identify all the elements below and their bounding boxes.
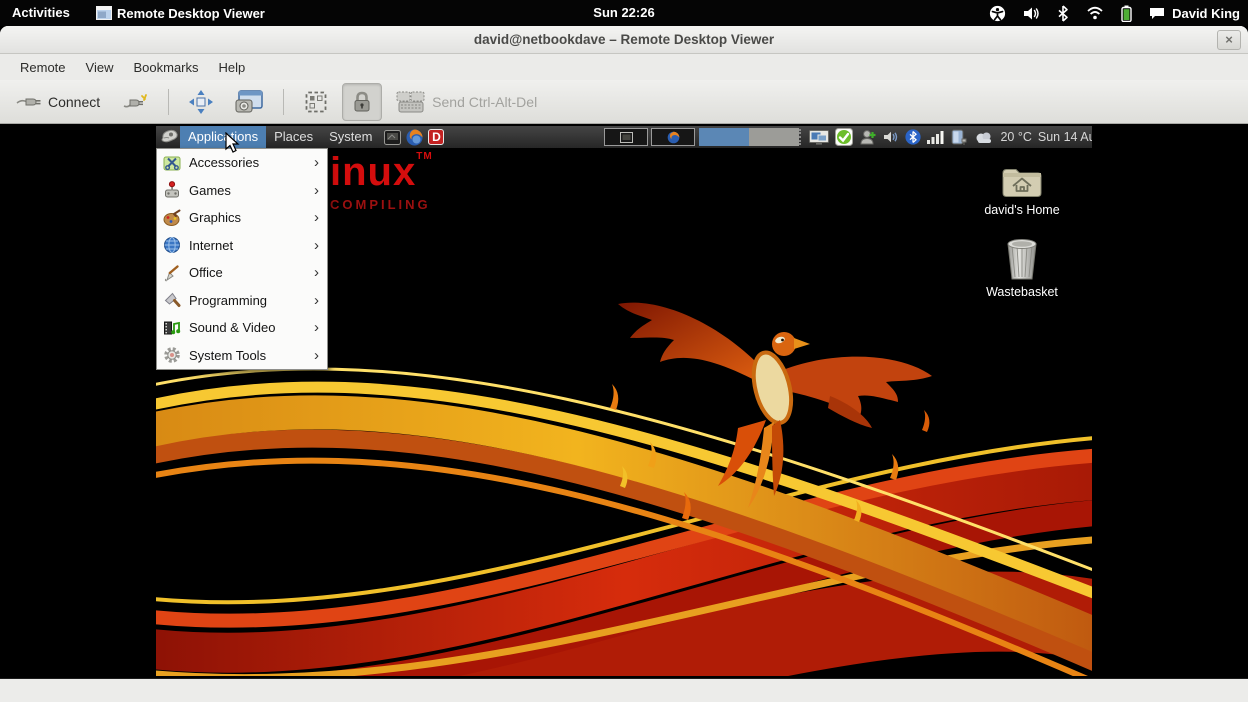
submenu-arrow-icon: › <box>314 182 321 199</box>
screenshot-launcher-icon[interactable] <box>384 130 401 145</box>
window-title: david@netbookdave – Remote Desktop Viewe… <box>0 26 1248 54</box>
temperature-label: 20 °C <box>1000 130 1031 144</box>
submenu-arrow-icon: › <box>314 319 321 336</box>
menu-bookmarks[interactable]: Bookmarks <box>123 56 208 79</box>
connect-label: Connect <box>48 94 100 110</box>
menu-item-games[interactable]: Games › <box>157 177 327 205</box>
gentoo-logo-icon[interactable] <box>160 129 180 145</box>
submenu-arrow-icon: › <box>314 347 321 364</box>
panel-clock[interactable]: Sun 14 Aug, 22:24 <box>1038 130 1092 144</box>
submenu-arrow-icon: › <box>314 237 321 254</box>
desktop-icon-wastebasket[interactable]: Wastebasket <box>962 236 1082 299</box>
panel-menu-places[interactable]: Places <box>266 126 321 148</box>
fullscreen-icon <box>189 90 213 114</box>
close-button[interactable]: × <box>1217 30 1241 50</box>
toolbar-separator <box>168 89 169 115</box>
desktop-icon-label: Wastebasket <box>962 285 1082 299</box>
remote-display-tray-icon[interactable] <box>809 130 829 145</box>
bluetooth-tray-icon[interactable] <box>905 129 921 145</box>
submenu-arrow-icon: › <box>314 292 321 309</box>
screenshot-button[interactable] <box>227 84 271 120</box>
workspace-switcher[interactable] <box>699 128 799 146</box>
lock-icon <box>351 90 373 114</box>
window-menubar: Remote View Bookmarks Help <box>0 54 1248 80</box>
connect-button[interactable]: Connect <box>8 87 108 117</box>
plug-icon <box>16 93 42 111</box>
scaling-icon <box>304 90 328 114</box>
home-folder-icon <box>962 164 1082 200</box>
window-statusbar <box>0 678 1248 702</box>
viewer-window: david@netbookdave – Remote Desktop Viewe… <box>0 26 1248 702</box>
firefox-launcher-icon[interactable] <box>406 129 423 146</box>
window-titlebar[interactable]: david@netbookdave – Remote Desktop Viewe… <box>0 26 1248 54</box>
submenu-arrow-icon: › <box>314 264 321 281</box>
accessories-icon <box>163 154 181 172</box>
camera-icon <box>235 90 263 114</box>
accessibility-icon[interactable] <box>989 5 1006 22</box>
menu-item-programming[interactable]: Programming › <box>157 287 327 315</box>
submenu-arrow-icon: › <box>314 154 321 171</box>
user-name-label: David King <box>1172 6 1240 21</box>
send-ctrl-alt-del-label: Send Ctrl-Alt-Del <box>432 94 537 110</box>
workspace-idle[interactable] <box>749 128 799 146</box>
remote-screen[interactable]: inuxTM COMPILING Applications Places Sys… <box>156 126 1092 676</box>
window-list-terminal[interactable] <box>604 128 648 146</box>
menu-view[interactable]: View <box>76 56 124 79</box>
user-menu[interactable]: David King <box>1149 6 1240 21</box>
menu-item-internet[interactable]: Internet › <box>157 232 327 260</box>
wastebasket-icon <box>962 236 1082 282</box>
desktop-icon-home[interactable]: david's Home <box>962 164 1082 217</box>
shell-top-bar: Activities Remote Desktop Viewer Sun 22:… <box>0 0 1248 26</box>
weather-tray-icon[interactable] <box>975 131 994 144</box>
battery-icon[interactable] <box>1121 5 1132 22</box>
system-tools-icon <box>163 346 181 364</box>
office-icon <box>163 264 181 282</box>
d-launcher-icon[interactable]: D <box>428 129 444 145</box>
workspace-active[interactable] <box>699 128 749 146</box>
menu-remote[interactable]: Remote <box>10 56 76 79</box>
internet-icon <box>163 236 181 254</box>
applications-menu: Accessories › Games › Graphics › Interne… <box>156 148 328 370</box>
menu-help[interactable]: Help <box>209 56 256 79</box>
window-list-browser[interactable] <box>651 128 695 146</box>
fullscreen-button[interactable] <box>181 84 221 120</box>
menu-item-graphics[interactable]: Graphics › <box>157 204 327 232</box>
remote-top-panel: Applications Places System D <box>156 126 1092 148</box>
signal-strength-tray-icon[interactable] <box>927 130 944 144</box>
user-status-tray-icon[interactable] <box>859 129 877 146</box>
panel-menu-system[interactable]: System <box>321 126 380 148</box>
window-toolbar: Connect <box>0 80 1248 124</box>
tray-handle[interactable] <box>799 129 803 145</box>
desktop-icon-label: david's Home <box>962 203 1082 217</box>
scaling-toggle[interactable] <box>296 84 336 120</box>
toolbar-separator <box>283 89 284 115</box>
keyboard-icon <box>396 90 426 114</box>
submenu-arrow-icon: › <box>314 209 321 226</box>
send-ctrl-alt-del-button[interactable]: Send Ctrl-Alt-Del <box>388 84 545 120</box>
sound-video-icon <box>163 319 181 337</box>
menu-item-sound-video[interactable]: Sound & Video › <box>157 314 327 342</box>
readonly-toggle[interactable] <box>342 83 382 121</box>
games-icon <box>163 181 181 199</box>
graphics-icon <box>163 209 181 227</box>
volume-tray-icon[interactable] <box>883 130 899 144</box>
mouse-cursor <box>224 132 240 154</box>
viewer-viewport: inuxTM COMPILING Applications Places Sys… <box>0 124 1248 678</box>
menu-item-office[interactable]: Office › <box>157 259 327 287</box>
menu-item-system-tools[interactable]: System Tools › <box>157 342 327 370</box>
wallpaper-branding: inuxTM COMPILING <box>330 152 433 211</box>
disconnect-button[interactable] <box>114 86 156 118</box>
chat-bubble-icon <box>1149 7 1165 20</box>
battery-tray-icon[interactable] <box>950 129 969 146</box>
wifi-icon[interactable] <box>1086 6 1104 20</box>
unplug-icon <box>122 92 148 112</box>
menu-item-accessories[interactable]: Accessories › <box>157 149 327 177</box>
volume-icon[interactable] <box>1023 6 1040 21</box>
programming-icon <box>163 291 181 309</box>
bluetooth-icon[interactable] <box>1057 5 1069 22</box>
updates-ok-tray-icon[interactable] <box>835 128 853 146</box>
